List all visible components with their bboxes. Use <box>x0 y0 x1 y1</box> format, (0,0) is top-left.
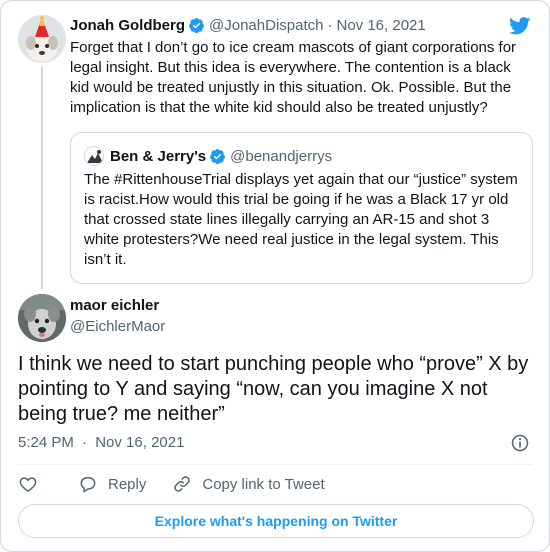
reply-button[interactable]: Reply <box>78 474 146 494</box>
heart-icon <box>19 477 37 492</box>
dog-with-party-hat-avatar-icon <box>18 15 66 63</box>
verified-badge-icon <box>210 148 226 164</box>
link-icon <box>174 476 191 492</box>
tweet-actions-bar: Reply Copy link to Tweet <box>18 473 325 495</box>
ben-and-jerrys-logo-icon <box>85 147 103 165</box>
quoted-tweet-text: The #RittenhouseTrial displays yet again… <box>84 171 518 268</box>
main-author-avatar[interactable] <box>18 294 66 342</box>
thread-connector-line <box>41 67 43 289</box>
separator-dot: · <box>82 434 88 451</box>
quoted-author-name: Ben & Jerry's <box>110 147 207 165</box>
parent-tweet-text: Forget that I don’t go to ice cream masc… <box>70 39 517 116</box>
main-author-name[interactable]: maor eichler <box>70 297 159 314</box>
actions-divider <box>18 464 532 465</box>
twitter-bird-icon[interactable] <box>509 17 531 35</box>
main-author-handle[interactable]: @EichlerMaor <box>70 318 165 335</box>
copy-link-label: Copy link to Tweet <box>202 475 325 493</box>
quoted-author-avatar <box>84 146 104 166</box>
copy-link-button[interactable]: Copy link to Tweet <box>172 474 325 494</box>
parent-author-avatar[interactable] <box>18 15 66 63</box>
quoted-tweet[interactable]: Ben & Jerry's @benandjerrys The #Rittenh… <box>70 132 533 284</box>
quoted-author-handle: @benandjerrys <box>230 147 333 165</box>
tweet-time: 5:24 PM <box>18 434 74 451</box>
verified-badge-icon <box>189 17 204 33</box>
reply-label: Reply <box>108 475 147 493</box>
explore-twitter-button[interactable]: Explore what's happening on Twitter <box>18 504 534 538</box>
parent-tweet-date[interactable]: Nov 16, 2021 <box>336 17 425 34</box>
main-tweet-timestamp[interactable]: 5:24 PM · Nov 16, 2021 <box>18 434 184 451</box>
info-icon[interactable] <box>510 433 530 453</box>
quoted-tweet-header: Ben & Jerry's @benandjerrys <box>84 146 332 166</box>
parent-tweet-header: Jonah Goldberg @JonahDispatch · Nov 16, … <box>70 15 426 35</box>
separator-dot: · <box>327 16 333 34</box>
main-tweet-text: I think we need to start punching people… <box>18 353 529 425</box>
parent-author-handle[interactable]: @JonahDispatch <box>209 17 323 34</box>
dog-photo-avatar-icon <box>18 294 66 342</box>
tweet-date: Nov 16, 2021 <box>95 434 185 451</box>
reply-bubble-icon <box>80 477 96 493</box>
tweet-embed-card: Jonah Goldberg @JonahDispatch · Nov 16, … <box>0 0 550 552</box>
like-button[interactable] <box>18 474 38 494</box>
parent-author-name[interactable]: Jonah Goldberg <box>70 17 185 34</box>
